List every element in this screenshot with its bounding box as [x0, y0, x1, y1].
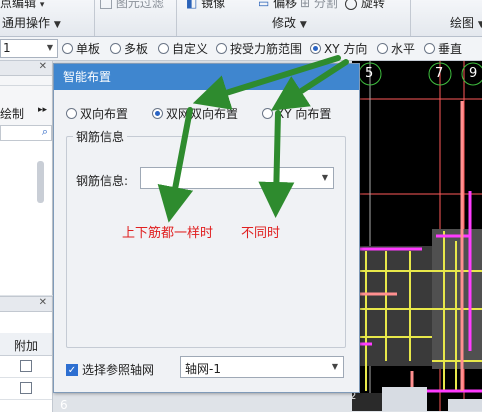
radio-by-stress-range[interactable]: 按受力筋范围 [216, 40, 302, 57]
rotate-icon [345, 0, 357, 10]
axis-net-dropdown[interactable]: 轴网-1 ▼ [180, 356, 344, 378]
properties-panel: ✕ 附加 [0, 296, 53, 412]
offset-button[interactable]: ▭ 偏移 [258, 0, 297, 11]
tree-label: 绘制 [0, 107, 25, 121]
radio-icon [62, 43, 73, 54]
rebar-info-dropdown[interactable]: ▼ [140, 167, 334, 189]
scrollbar-thumb[interactable] [37, 161, 44, 203]
rebar-info-label: 钢筋信息: [76, 174, 129, 188]
annotation-different: 不同时 [241, 226, 281, 241]
radio-icon [377, 43, 388, 54]
radio-xy-direction[interactable]: XY 方向 [310, 40, 367, 57]
axis-net-value: 轴网-1 [185, 362, 221, 376]
table-row [0, 377, 52, 400]
edit-points-button[interactable]: 点编辑 ▾ [0, 0, 44, 11]
mirror-icon: ◧ [186, 0, 198, 10]
tree-search-input[interactable]: ⌕ [0, 125, 52, 141]
drawing-group-menu[interactable]: 绘图 ▼ [450, 14, 482, 31]
radio-multi-board[interactable]: 多板 [110, 40, 148, 57]
radio-bidirectional[interactable]: 双向布置 [66, 105, 128, 122]
radio-icon [216, 43, 227, 54]
modify-group-menu[interactable]: 修改 ▼ [272, 14, 307, 31]
axis-label: 6 [60, 398, 68, 412]
tree-list [0, 141, 52, 295]
radio-icon [66, 108, 77, 119]
radio-icon [310, 43, 321, 54]
general-ops-menu[interactable]: 通用操作 ▼ [2, 14, 61, 31]
ribbon-divider [176, 0, 177, 36]
ribbon-divider [410, 0, 411, 36]
split-icon: ⊞ [300, 0, 311, 10]
checkmark-icon: ✓ [66, 363, 78, 376]
graph-filter-button[interactable]: 图元过滤 [100, 0, 164, 11]
radio-single-board[interactable]: 单板 [62, 40, 100, 57]
chevron-down-icon: ▼ [321, 173, 328, 182]
radio-icon [262, 108, 273, 119]
split-button[interactable]: ⊞ 分割 [300, 0, 338, 11]
panel-titlebar: ✕ [0, 61, 52, 76]
dialog-titlebar[interactable]: 智能布置 [54, 64, 359, 90]
search-icon: ⌕ [41, 125, 48, 138]
chevron-down-icon: ▼ [46, 43, 53, 52]
radio-double-net-bidirectional[interactable]: 双网双向布置 [152, 105, 238, 122]
radio-icon [110, 43, 121, 54]
ribbon-toolbar: 点编辑 ▾ 通用操作 ▼ 图元过滤 ◧ 镜像 ▭ 偏移 ⊞ 分割 旋转 修改 ▼… [0, 0, 482, 37]
cad-drawing-canvas[interactable]: 5 7 9 2 [352, 61, 482, 411]
rotate-button[interactable]: 旋转 [345, 0, 385, 11]
radio-icon [424, 43, 435, 54]
radio-icon [158, 43, 169, 54]
radio-horizontal[interactable]: 水平 [377, 40, 415, 57]
radio-icon [152, 108, 163, 119]
row-checkbox[interactable] [20, 382, 32, 394]
floor-combo[interactable]: 1 ▼ [0, 39, 58, 58]
offset-icon: ▭ [258, 0, 270, 10]
rebar-info-group-title: 钢筋信息 [73, 128, 128, 145]
table-header-extra: 附加 [14, 339, 39, 353]
row-checkbox[interactable] [20, 360, 32, 372]
mirror-button[interactable]: ◧ 镜像 [186, 0, 225, 11]
close-icon[interactable]: ✕ [39, 61, 47, 72]
layout-mode-bar: 1 ▼ 单板 多板 自定义 按受力筋范围 XY 方向 水平 垂直 [0, 37, 482, 61]
cad-drawing [352, 61, 482, 411]
dialog-title: 智能布置 [63, 70, 112, 84]
floor-combo-value: 1 [3, 41, 11, 55]
annotation-same: 上下筋都一样时 [122, 226, 214, 241]
panel-titlebar: ✕ [0, 297, 52, 312]
select-reference-grid-checkbox[interactable]: ✓ 选择参照轴网 [66, 361, 154, 378]
smart-layout-dialog: 智能布置 双向布置 双网双向布置 XY 向布置 钢筋信息 钢筋信息: ▼ 上下筋… [53, 63, 360, 393]
radio-custom[interactable]: 自定义 [158, 40, 208, 57]
axis-label: 5 [365, 66, 374, 81]
radio-xy-layout[interactable]: XY 向布置 [262, 105, 331, 122]
ribbon-divider [94, 0, 95, 36]
chevron-down-icon: ▼ [331, 362, 338, 371]
component-tree-panel: ✕ 绘制 ▸▸ ⌕ [0, 61, 53, 295]
table-header-row: 附加 [0, 333, 52, 356]
axis-label: 7 [435, 66, 444, 81]
expand-icon[interactable]: ▸▸ [38, 105, 47, 115]
axis-label: 9 [469, 66, 478, 81]
filter-icon [100, 0, 112, 9]
table-row [0, 355, 52, 378]
radio-vertical[interactable]: 垂直 [424, 40, 462, 57]
close-icon[interactable]: ✕ [39, 297, 47, 308]
